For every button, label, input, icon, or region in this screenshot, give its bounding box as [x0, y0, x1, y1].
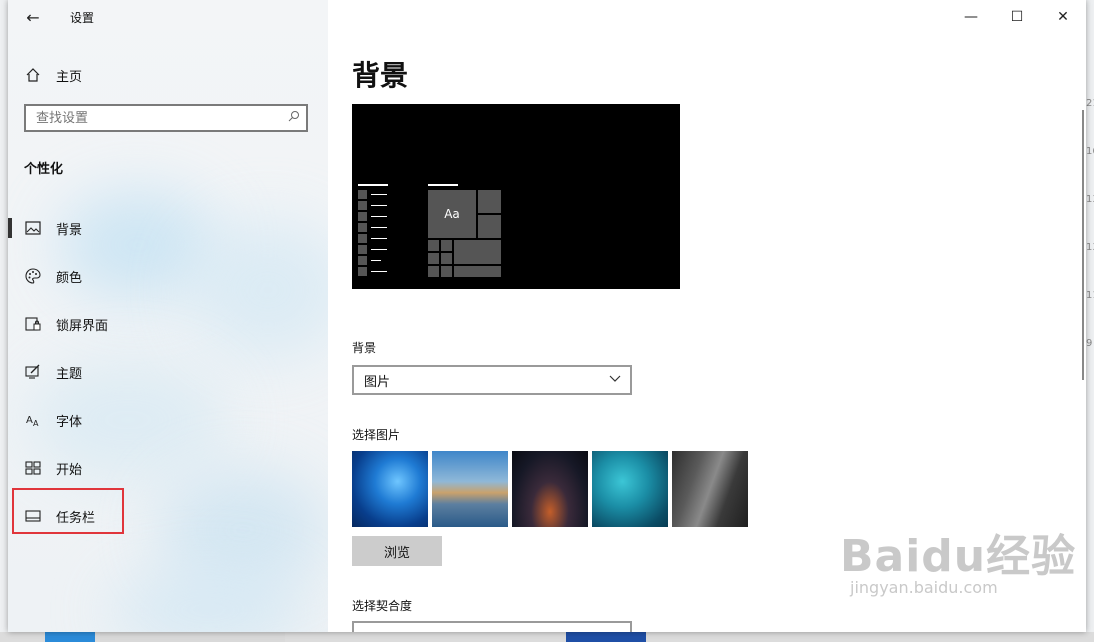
- home-icon: [24, 66, 42, 84]
- preview-tile: [358, 223, 367, 232]
- maximize-icon: ☐: [1010, 9, 1024, 25]
- preview-tile: [441, 266, 452, 277]
- sidebar-item-colors[interactable]: 颜色: [8, 252, 328, 300]
- start-icon: [24, 459, 42, 477]
- sidebar-item-background[interactable]: 背景: [8, 204, 328, 252]
- preview-line: [358, 184, 388, 186]
- preview-dash: [371, 216, 387, 217]
- preview-dash: [371, 238, 387, 239]
- dropdown-value: 填充: [364, 629, 390, 632]
- sidebar-item-label: 开始: [56, 462, 83, 478]
- window-controls: — ☐ ✕: [948, 0, 1086, 34]
- preview-tile: [454, 240, 501, 264]
- theme-icon: [24, 363, 42, 381]
- picture-thumbnail[interactable]: [512, 451, 588, 527]
- sidebar-item-start[interactable]: 开始: [8, 444, 328, 492]
- choose-fit-label: 选择契合度: [352, 599, 413, 613]
- preview-dash: [371, 271, 387, 272]
- svg-text:A: A: [33, 419, 39, 428]
- section-title: 个性化: [24, 162, 64, 177]
- preview-tile: [428, 266, 439, 277]
- page-title: 背景: [352, 59, 409, 92]
- picture-icon: [24, 219, 42, 237]
- desktop-preview: Aa: [352, 104, 680, 289]
- sidebar-item-label: 颜色: [56, 270, 83, 286]
- search-box: [24, 104, 308, 132]
- palette-icon: [24, 267, 42, 285]
- taskbar-highlight-annotation: [12, 488, 124, 534]
- preview-tile: [358, 267, 367, 276]
- close-icon: ✕: [1057, 9, 1069, 25]
- picture-thumbnail[interactable]: [352, 451, 428, 527]
- sidebar-item-label: 主题: [56, 366, 83, 382]
- picture-thumbnail[interactable]: [432, 451, 508, 527]
- background-window-numbers: 21 16 13 13 11 9: [1086, 98, 1094, 349]
- picture-thumbnail[interactable]: [592, 451, 668, 527]
- preview-text: Aa: [444, 207, 460, 221]
- back-arrow-icon: ←: [26, 7, 40, 27]
- search-input[interactable]: [26, 106, 276, 130]
- app-title: 设置: [70, 11, 95, 25]
- picture-thumbnails: [352, 451, 748, 527]
- preview-tile-large: Aa: [428, 190, 476, 238]
- preview-dash: [371, 227, 387, 228]
- background-type-dropdown[interactable]: 图片: [352, 365, 632, 395]
- taskbar-strip: [0, 632, 1094, 642]
- font-icon: AA: [24, 411, 42, 429]
- sidebar-item-home[interactable]: 主页: [8, 60, 328, 90]
- close-button[interactable]: ✕: [1040, 0, 1086, 34]
- preview-tile: [454, 266, 501, 277]
- search-icon[interactable]: [288, 110, 300, 126]
- preview-tile: [358, 245, 367, 254]
- preview-dash: [371, 194, 387, 195]
- preview-tile: [441, 240, 452, 251]
- taskbar-block: [566, 632, 646, 642]
- preview-tile: [358, 190, 367, 199]
- taskbar-block: [100, 632, 285, 642]
- minimize-button[interactable]: —: [948, 0, 994, 34]
- maximize-button[interactable]: ☐: [994, 0, 1040, 34]
- dropdown-value: 图片: [364, 374, 391, 390]
- preview-dash: [371, 260, 381, 261]
- picture-thumbnail[interactable]: [672, 451, 748, 527]
- sidebar-item-label: 主页: [56, 69, 83, 85]
- scrollbar[interactable]: [1082, 110, 1084, 380]
- taskbar-block: [45, 632, 95, 642]
- watermark-logo: Baidu经验: [840, 531, 1077, 582]
- preview-tile: [428, 240, 439, 251]
- preview-tile: [441, 253, 452, 264]
- sidebar-item-fonts[interactable]: AA 字体: [8, 396, 328, 444]
- preview-dash: [371, 205, 387, 206]
- svg-text:A: A: [26, 415, 33, 426]
- preview-tile: [478, 190, 501, 213]
- titlebar: ← 设置: [8, 0, 328, 34]
- watermark: Baidu经验 jingyan.baidu.com: [840, 520, 1076, 597]
- minimize-icon: —: [964, 9, 978, 25]
- browse-button[interactable]: 浏览: [352, 536, 442, 566]
- sidebar-item-lock-screen[interactable]: 锁屏界面: [8, 300, 328, 348]
- sidebar-item-label: 字体: [56, 414, 83, 430]
- preview-dash: [371, 249, 387, 250]
- preview-tile: [358, 212, 367, 221]
- preview-tile: [358, 234, 367, 243]
- choose-picture-label: 选择图片: [352, 428, 401, 442]
- preview-tile: [358, 201, 367, 210]
- lock-screen-icon: [24, 315, 42, 333]
- sidebar-item-themes[interactable]: 主题: [8, 348, 328, 396]
- preview-tile: [358, 256, 367, 265]
- preview-tile: [428, 253, 439, 264]
- preview-line: [428, 184, 458, 186]
- sidebar-item-label: 锁屏界面: [56, 318, 109, 334]
- sidebar: ← 设置 主页 个性化 背景: [8, 0, 328, 632]
- back-button[interactable]: ←: [18, 5, 48, 29]
- sidebar-item-label: 背景: [56, 222, 83, 238]
- background-type-label: 背景: [352, 341, 377, 355]
- preview-tile: [478, 215, 501, 238]
- chevron-down-icon: [608, 371, 622, 389]
- fit-dropdown[interactable]: 填充: [352, 621, 632, 632]
